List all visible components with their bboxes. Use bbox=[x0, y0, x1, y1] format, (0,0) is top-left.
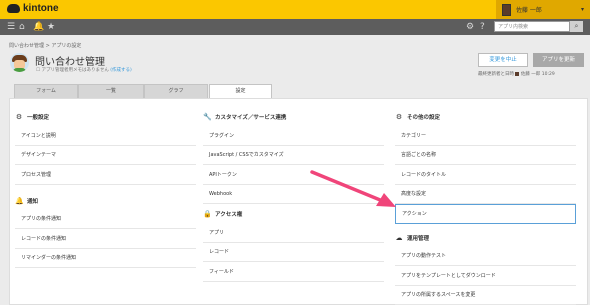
last-updated-label: 最終更新者と日時 bbox=[478, 72, 514, 77]
setting-app-permissions[interactable]: アプリ bbox=[203, 223, 384, 243]
logo-text: kintone bbox=[23, 3, 59, 14]
setting-category[interactable]: カテゴリー bbox=[395, 126, 576, 146]
setting-record-title[interactable]: レコードのタイトル bbox=[395, 165, 576, 185]
tab-graph[interactable]: グラフ bbox=[144, 84, 208, 98]
setting-field-permissions[interactable]: フィールド bbox=[203, 262, 384, 282]
user-avatar bbox=[502, 3, 511, 16]
bell-icon: 🔔 bbox=[15, 196, 24, 205]
setting-advanced[interactable]: 高度な設定 bbox=[395, 185, 576, 204]
memo-text: アプリ管理者用メモはありません bbox=[41, 68, 109, 73]
setting-action[interactable]: アクション bbox=[395, 204, 576, 224]
setting-change-space[interactable]: アプリの所属するスペースを変更 bbox=[395, 286, 576, 305]
section-other: ⚙ その他の設定 bbox=[395, 108, 576, 126]
section-customize: 🔧 カスタマイズ／サービス連携 bbox=[203, 108, 384, 126]
top-bar: kintone 佐藤 一郎 ▾ bbox=[0, 0, 590, 19]
settings-column-other: ⚙ その他の設定 カテゴリー 言語ごとの名称 レコードのタイトル 高度な設定 ア… bbox=[395, 108, 576, 305]
gear-icon: ⚙ bbox=[15, 113, 23, 121]
tab-form[interactable]: フォーム bbox=[14, 84, 78, 98]
section-title: 通知 bbox=[27, 198, 39, 205]
section-title: その他の設定 bbox=[407, 115, 441, 121]
section-title: 運用管理 bbox=[407, 235, 430, 242]
section-operations: ☁ 運用管理 bbox=[395, 229, 576, 247]
user-name: 佐藤 一郎 bbox=[516, 7, 542, 14]
setting-download-template[interactable]: アプリをテンプレートとしてダウンロード bbox=[395, 266, 576, 286]
gear-icon[interactable]: ⚙ bbox=[466, 22, 474, 32]
chevron-down-icon: ▾ bbox=[580, 6, 584, 13]
breadcrumb[interactable]: 問い合わせ管理 > アプリの設定 bbox=[9, 42, 81, 49]
setting-record-notifications[interactable]: レコードの条件通知 bbox=[15, 229, 196, 249]
app-icon bbox=[10, 53, 29, 72]
user-menu[interactable]: 佐藤 一郎 ▾ bbox=[496, 0, 590, 19]
update-app-button[interactable]: アプリを更新 bbox=[533, 53, 584, 67]
last-updated: 最終更新者と日時 佐藤 一郎 10:29 bbox=[478, 71, 555, 77]
setting-js-css[interactable]: JavaScript / CSSでカスタマイズ bbox=[203, 146, 384, 165]
tab-settings[interactable]: 設定 bbox=[209, 84, 272, 99]
section-title: カスタマイズ／サービス連携 bbox=[215, 115, 287, 121]
setting-design-theme[interactable]: デザインテーマ bbox=[15, 146, 196, 165]
cancel-changes-button[interactable]: 変更を中止 bbox=[478, 53, 528, 67]
setting-app-notifications[interactable]: アプリの条件通知 bbox=[15, 210, 196, 229]
tab-list[interactable]: 一覧 bbox=[78, 84, 144, 98]
lock-icon: 🔒 bbox=[203, 210, 212, 218]
star-icon[interactable]: ★ bbox=[47, 22, 55, 32]
home-icon[interactable]: ⌂ bbox=[19, 22, 25, 32]
section-title: 一般設定 bbox=[27, 115, 50, 121]
kintone-logo-icon bbox=[7, 4, 20, 13]
settings-column-customize: 🔧 カスタマイズ／サービス連携 プラグイン JavaScript / CSSでカ… bbox=[203, 108, 384, 282]
setting-reminder-notifications[interactable]: リマインダーの条件通知 bbox=[15, 249, 196, 268]
bell-icon[interactable]: 🔔 bbox=[33, 22, 44, 32]
app-search-input[interactable]: アプリ内検索 bbox=[494, 21, 570, 32]
section-permissions: 🔒 アクセス権 bbox=[203, 205, 384, 223]
settings-column-general: ⚙ 一般設定 アイコンと説明 デザインテーマ プロセス管理 🔔 通知 アプリの条… bbox=[15, 108, 196, 268]
setting-app-test[interactable]: アプリの動作テスト bbox=[395, 247, 576, 266]
last-updated-user[interactable]: 佐藤 一郎 bbox=[521, 72, 540, 77]
section-notifications: 🔔 通知 bbox=[15, 192, 196, 210]
updater-avatar bbox=[515, 71, 520, 76]
app-memo: ☐ アプリ管理者用メモはありません (作成する) bbox=[36, 67, 132, 73]
page-title: 問い合わせ管理 bbox=[35, 57, 105, 68]
setting-webhook[interactable]: Webhook bbox=[203, 185, 384, 204]
wrench-icon: 🔧 bbox=[203, 113, 212, 121]
setting-icon-description[interactable]: アイコンと説明 bbox=[15, 126, 196, 146]
search-icon[interactable]: ⌕ bbox=[570, 21, 583, 32]
kintone-logo[interactable]: kintone bbox=[7, 3, 59, 14]
cloud-icon: ☁ bbox=[395, 233, 403, 242]
setting-plugins[interactable]: プラグイン bbox=[203, 126, 384, 146]
setting-localized-names[interactable]: 言語ごとの名称 bbox=[395, 146, 576, 165]
section-general: ⚙ 一般設定 bbox=[15, 108, 196, 126]
setting-process-management[interactable]: プロセス管理 bbox=[15, 165, 196, 185]
help-icon[interactable]: ? bbox=[480, 22, 485, 32]
last-updated-time: 10:29 bbox=[541, 72, 555, 77]
section-title: アクセス権 bbox=[215, 212, 243, 218]
setting-api-token[interactable]: APIトークン bbox=[203, 165, 384, 185]
menu-icon[interactable]: ☰ bbox=[7, 22, 15, 32]
setting-record-permissions[interactable]: レコード bbox=[203, 243, 384, 262]
gears-icon: ⚙ bbox=[395, 113, 403, 121]
create-memo-link[interactable]: (作成する) bbox=[110, 68, 132, 73]
